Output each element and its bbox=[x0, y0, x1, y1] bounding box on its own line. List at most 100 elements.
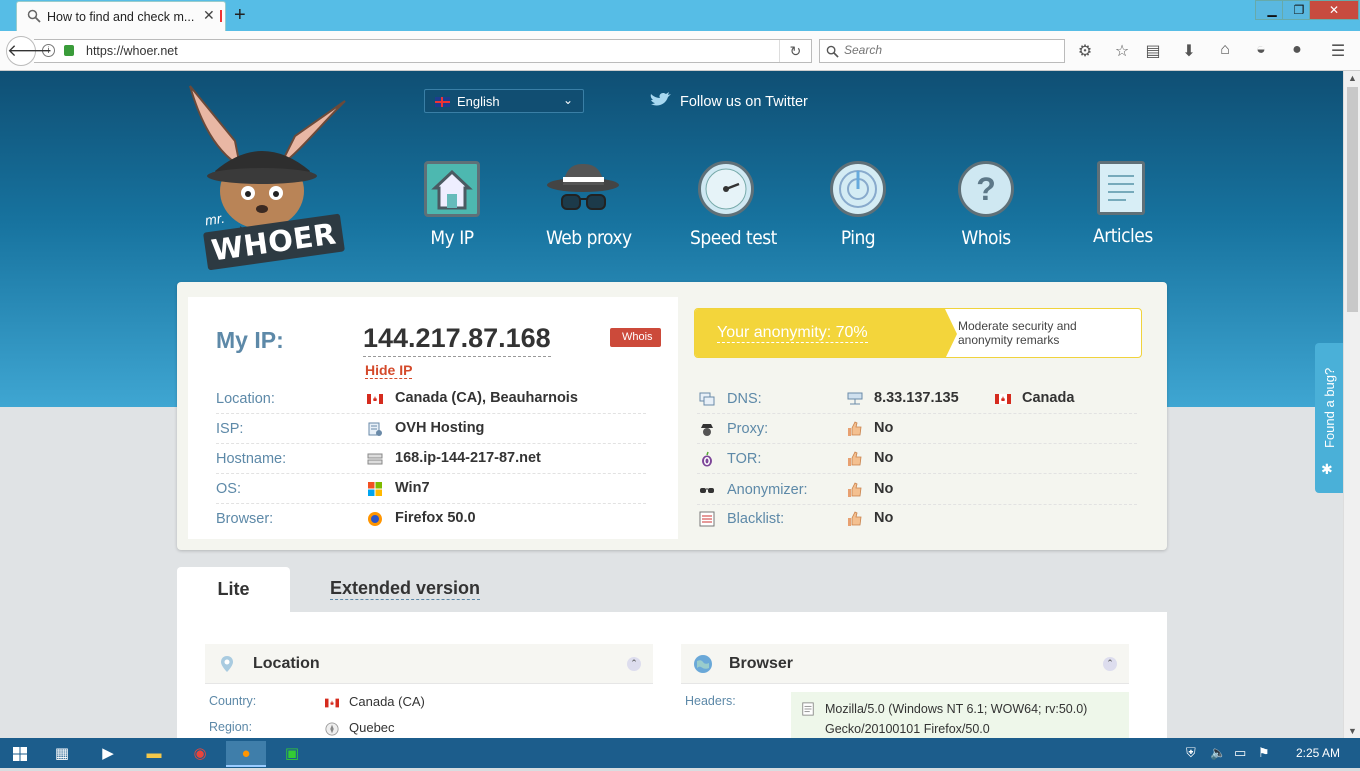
twitter-link[interactable]: Follow us on Twitter bbox=[650, 92, 808, 110]
tray-display-icon[interactable]: ▭ bbox=[1234, 745, 1246, 761]
home-icon[interactable]: ⌂ bbox=[1214, 41, 1236, 59]
ip-info-panel: My IP: 144.217.87.168 Whois Hide IP Loca… bbox=[177, 282, 1167, 550]
info-row-value: No bbox=[874, 420, 894, 436]
whois-badge[interactable]: Whois bbox=[610, 328, 661, 347]
info-row-value: No bbox=[874, 510, 894, 526]
url-text[interactable]: https://whoer.net bbox=[86, 44, 178, 58]
info-row-key: Location: bbox=[216, 391, 275, 407]
tray-network-icon[interactable]: ⛨ bbox=[1186, 745, 1196, 761]
tab-lite[interactable]: Lite bbox=[177, 567, 290, 615]
taskbar-powershell[interactable]: ▶ bbox=[88, 741, 128, 767]
question-icon: ? bbox=[958, 161, 1014, 217]
browser-nav-bar: i https://whoer.net ↻ 🡐 ⚙ ☆ ▤ ⬇ ⌂ ◒ ● ☰ bbox=[0, 31, 1360, 71]
anonymity-meter[interactable]: Your anonymity: 70% Moderate security an… bbox=[694, 308, 1142, 358]
info-row-key: OS: bbox=[216, 481, 241, 497]
extension-icon[interactable]: ⚙ bbox=[1074, 41, 1096, 61]
web-page: mr. WHOER English ⌄ Follow us on Twitter… bbox=[0, 71, 1343, 738]
taskbar-firefox[interactable]: ● bbox=[226, 741, 266, 767]
browser-section-header[interactable]: Browser ⌃ bbox=[681, 644, 1129, 684]
reload-icon[interactable]: ↻ bbox=[779, 40, 811, 62]
search-icon bbox=[826, 45, 839, 58]
pocket-icon[interactable]: ◒ bbox=[1250, 41, 1272, 59]
nav-speed-test[interactable]: Speed test bbox=[690, 161, 777, 249]
taskbar-explorer[interactable]: ▬ bbox=[134, 741, 174, 767]
info-row-key: Hostname: bbox=[216, 451, 287, 467]
info-row-key: TOR: bbox=[727, 451, 762, 467]
scroll-down-icon[interactable]: ▼ bbox=[1348, 726, 1357, 736]
info-row-key: Proxy: bbox=[727, 421, 769, 437]
info-row-hostname: Hostname: 168.ip-144-217-87.net bbox=[216, 444, 646, 474]
lock-icon[interactable] bbox=[64, 45, 74, 56]
nav-ping[interactable]: Ping bbox=[830, 161, 886, 249]
hide-ip-link[interactable]: Hide IP bbox=[365, 362, 413, 379]
glasses-icon bbox=[700, 488, 714, 493]
scroll-up-icon[interactable]: ▲ bbox=[1348, 73, 1357, 83]
close-window-button[interactable]: ✕ bbox=[1309, 0, 1359, 20]
folder-icon: ▬ bbox=[146, 745, 162, 762]
info-row-key: Blacklist: bbox=[727, 511, 785, 527]
taskbar-clock[interactable]: 2:25 AM bbox=[1296, 746, 1340, 760]
scrollbar-thumb[interactable] bbox=[1347, 87, 1358, 312]
info-row-os: OS: Win7 bbox=[216, 474, 646, 504]
details-content: Location ⌃ Browser ⌃ Country: Canada (CA… bbox=[177, 612, 1167, 738]
browser-tab-title: How to find and check m... bbox=[47, 10, 195, 24]
detail-key: Region: bbox=[209, 720, 253, 734]
taskbar-app[interactable]: ▣ bbox=[272, 741, 312, 767]
dns-country: Canada bbox=[1022, 390, 1075, 406]
close-tab-icon[interactable]: ✕ bbox=[203, 7, 215, 24]
chrome-icon: ◉ bbox=[193, 745, 207, 762]
bookmarks-list-icon[interactable]: ▤ bbox=[1142, 41, 1164, 61]
start-button[interactable] bbox=[0, 741, 40, 767]
page-scrollbar[interactable]: ▲ ▼ bbox=[1343, 71, 1360, 738]
browser-section-title: Browser bbox=[729, 655, 794, 672]
tray-flag-icon[interactable]: ⚑ bbox=[1258, 745, 1270, 761]
taskbar-server-manager[interactable]: ▦ bbox=[42, 741, 82, 767]
twitter-link-label: Follow us on Twitter bbox=[680, 94, 808, 110]
detail-value: Quebec bbox=[349, 720, 395, 735]
nav-articles-label: Articles bbox=[1093, 225, 1153, 247]
back-button[interactable]: 🡐 bbox=[6, 36, 53, 66]
headers-line-1: Mozilla/5.0 (Windows NT 6.1; WOW64; rv:5… bbox=[825, 702, 1088, 716]
powershell-icon: ▶ bbox=[102, 745, 114, 762]
isp-icon bbox=[368, 422, 382, 436]
tray-volume-icon[interactable]: 🔈 bbox=[1210, 745, 1226, 761]
detail-key: Country: bbox=[209, 694, 257, 708]
collapse-icon[interactable]: ⌃ bbox=[1103, 657, 1117, 671]
canada-flag-icon bbox=[325, 698, 339, 708]
new-tab-button[interactable]: + bbox=[234, 4, 246, 27]
search-input[interactable] bbox=[844, 43, 1044, 57]
nav-web-proxy[interactable]: Web proxy bbox=[546, 161, 632, 249]
house-icon bbox=[424, 161, 480, 217]
ip-address[interactable]: 144.217.87.168 bbox=[363, 323, 551, 357]
info-row-value: No bbox=[874, 481, 894, 497]
location-section-title: Location bbox=[253, 655, 320, 672]
download-icon[interactable]: ⬇ bbox=[1178, 41, 1200, 61]
bookmark-star-icon[interactable]: ☆ bbox=[1111, 41, 1133, 61]
thumbs-up-icon bbox=[848, 482, 862, 497]
nav-whois[interactable]: ? Whois bbox=[958, 161, 1014, 249]
network-icon bbox=[847, 392, 863, 405]
tab-extended[interactable]: Extended version bbox=[330, 578, 481, 600]
taskbar-chrome[interactable]: ◉ bbox=[180, 741, 220, 767]
anonymity-percent[interactable]: Your anonymity: 70% bbox=[717, 324, 868, 343]
info-row-value: Win7 bbox=[395, 480, 430, 496]
browser-tab[interactable]: How to find and check m... ✕ bbox=[16, 1, 226, 31]
detail-value: Canada (CA) bbox=[349, 694, 425, 709]
windows-icon bbox=[368, 482, 382, 496]
server-icon bbox=[367, 453, 383, 465]
search-box[interactable] bbox=[819, 39, 1065, 63]
ip-card: My IP: 144.217.87.168 Whois Hide IP Loca… bbox=[188, 297, 678, 539]
browser-tab-bar: How to find and check m... ✕ + ▁ ❐ ✕ bbox=[0, 0, 1360, 31]
lightbulb-icon[interactable]: ● bbox=[1286, 41, 1308, 59]
language-select[interactable]: English ⌄ bbox=[424, 89, 584, 113]
collapse-icon[interactable]: ⌃ bbox=[627, 657, 641, 671]
info-row-value: Firefox 50.0 bbox=[395, 510, 476, 526]
address-bar[interactable]: i https://whoer.net ↻ bbox=[34, 39, 812, 63]
nav-my-ip[interactable]: My IP bbox=[424, 161, 480, 249]
info-row-key: ISP: bbox=[216, 421, 244, 437]
nav-ping-label: Ping bbox=[840, 227, 876, 249]
menu-icon[interactable]: ☰ bbox=[1327, 41, 1349, 61]
found-a-bug-tab[interactable]: Found a bug? ✱ bbox=[1315, 343, 1343, 493]
location-section-header[interactable]: Location ⌃ bbox=[205, 644, 653, 684]
nav-articles[interactable]: Articles bbox=[1093, 161, 1153, 247]
